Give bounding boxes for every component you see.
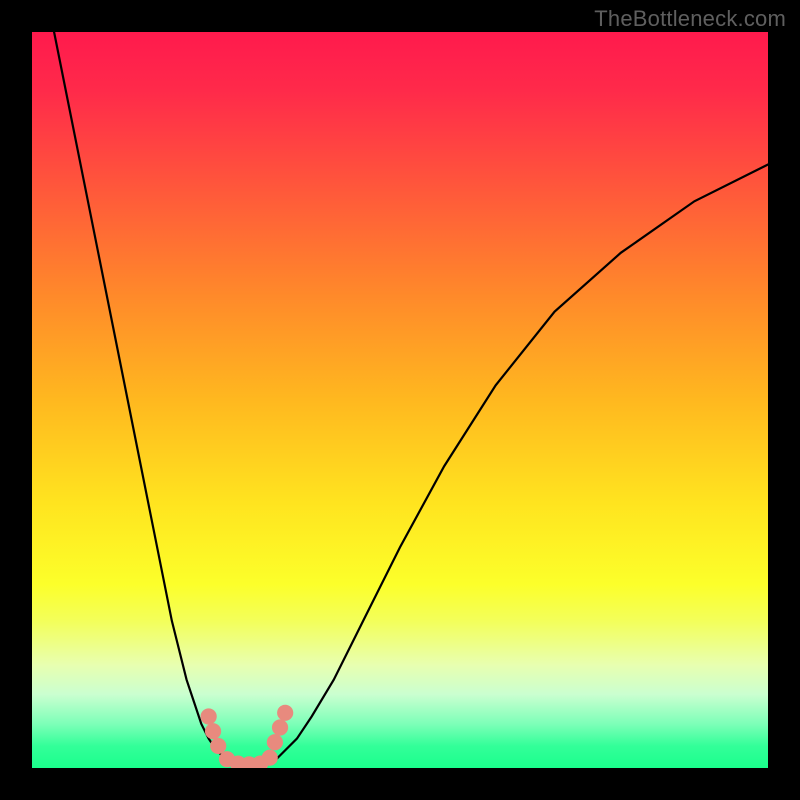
curve-layer <box>32 32 768 768</box>
data-marker <box>277 705 293 721</box>
data-marker <box>267 734 283 750</box>
curve-left-curve <box>54 32 238 764</box>
data-marker <box>210 738 226 754</box>
data-marker <box>272 719 288 735</box>
data-marker <box>201 708 217 724</box>
curve-right-curve <box>268 164 768 764</box>
data-marker <box>205 723 221 739</box>
plot-area <box>32 32 768 768</box>
chart-frame: TheBottleneck.com <box>0 0 800 800</box>
data-marker <box>262 750 278 766</box>
watermark-text: TheBottleneck.com <box>594 6 786 32</box>
